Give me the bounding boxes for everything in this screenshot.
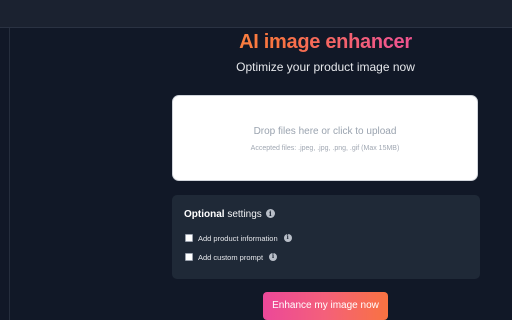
info-icon[interactable]: i — [269, 253, 278, 261]
page-subtitle: Optimize your product image now — [236, 60, 415, 74]
product-information-checkbox[interactable] — [185, 234, 193, 242]
settings-title: Optional settings i — [184, 208, 275, 220]
info-icon[interactable]: i — [265, 208, 275, 218]
custom-prompt-checkbox[interactable] — [185, 253, 193, 261]
main-content: AI image enhancer Optimize your product … — [10, 28, 512, 320]
top-bar — [0, 0, 512, 28]
product-information-label: Add product information — [198, 233, 278, 243]
option-custom-prompt[interactable]: Add custom prompt i — [185, 251, 278, 263]
left-sidebar — [0, 28, 10, 320]
page-title: AI image enhancer — [170, 30, 481, 54]
optional-settings-panel: Optional settings i Add product informati… — [172, 195, 480, 279]
custom-prompt-label: Add custom prompt — [198, 252, 264, 262]
option-product-information[interactable]: Add product information i — [185, 232, 292, 244]
info-icon[interactable]: i — [283, 234, 292, 242]
settings-title-bold: Optional — [184, 209, 225, 220]
upload-prompt: Drop files here or click to upload — [253, 126, 397, 137]
settings-title-rest: settings — [224, 209, 262, 220]
enhance-image-button[interactable]: Enhance my image now — [263, 292, 388, 320]
accepted-files-note: Accepted files: .jpeg, .jpg, .png, .gif … — [250, 145, 400, 152]
file-upload-dropzone[interactable]: Drop files here or click to upload Accep… — [172, 95, 478, 181]
